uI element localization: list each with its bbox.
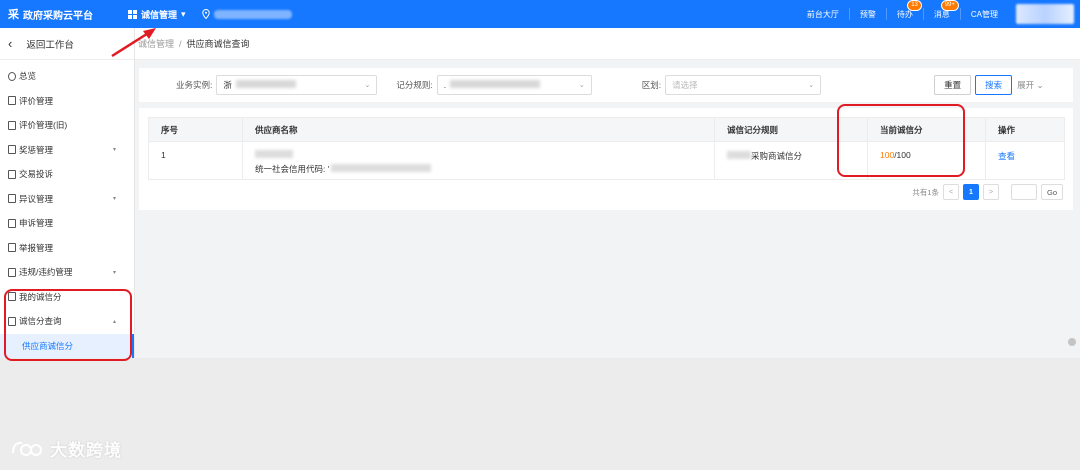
watermark: 大数跨境	[10, 436, 122, 461]
annotation-layer	[111, 28, 156, 58]
watermark-text: 大数跨境	[50, 441, 122, 460]
score-highlight-box	[837, 104, 965, 177]
annotation-arrow-head	[143, 28, 156, 39]
watermark-logo-icon	[12, 441, 42, 456]
annotation-arrow-line	[111, 30, 151, 58]
sidebar-highlight-box	[4, 289, 132, 361]
